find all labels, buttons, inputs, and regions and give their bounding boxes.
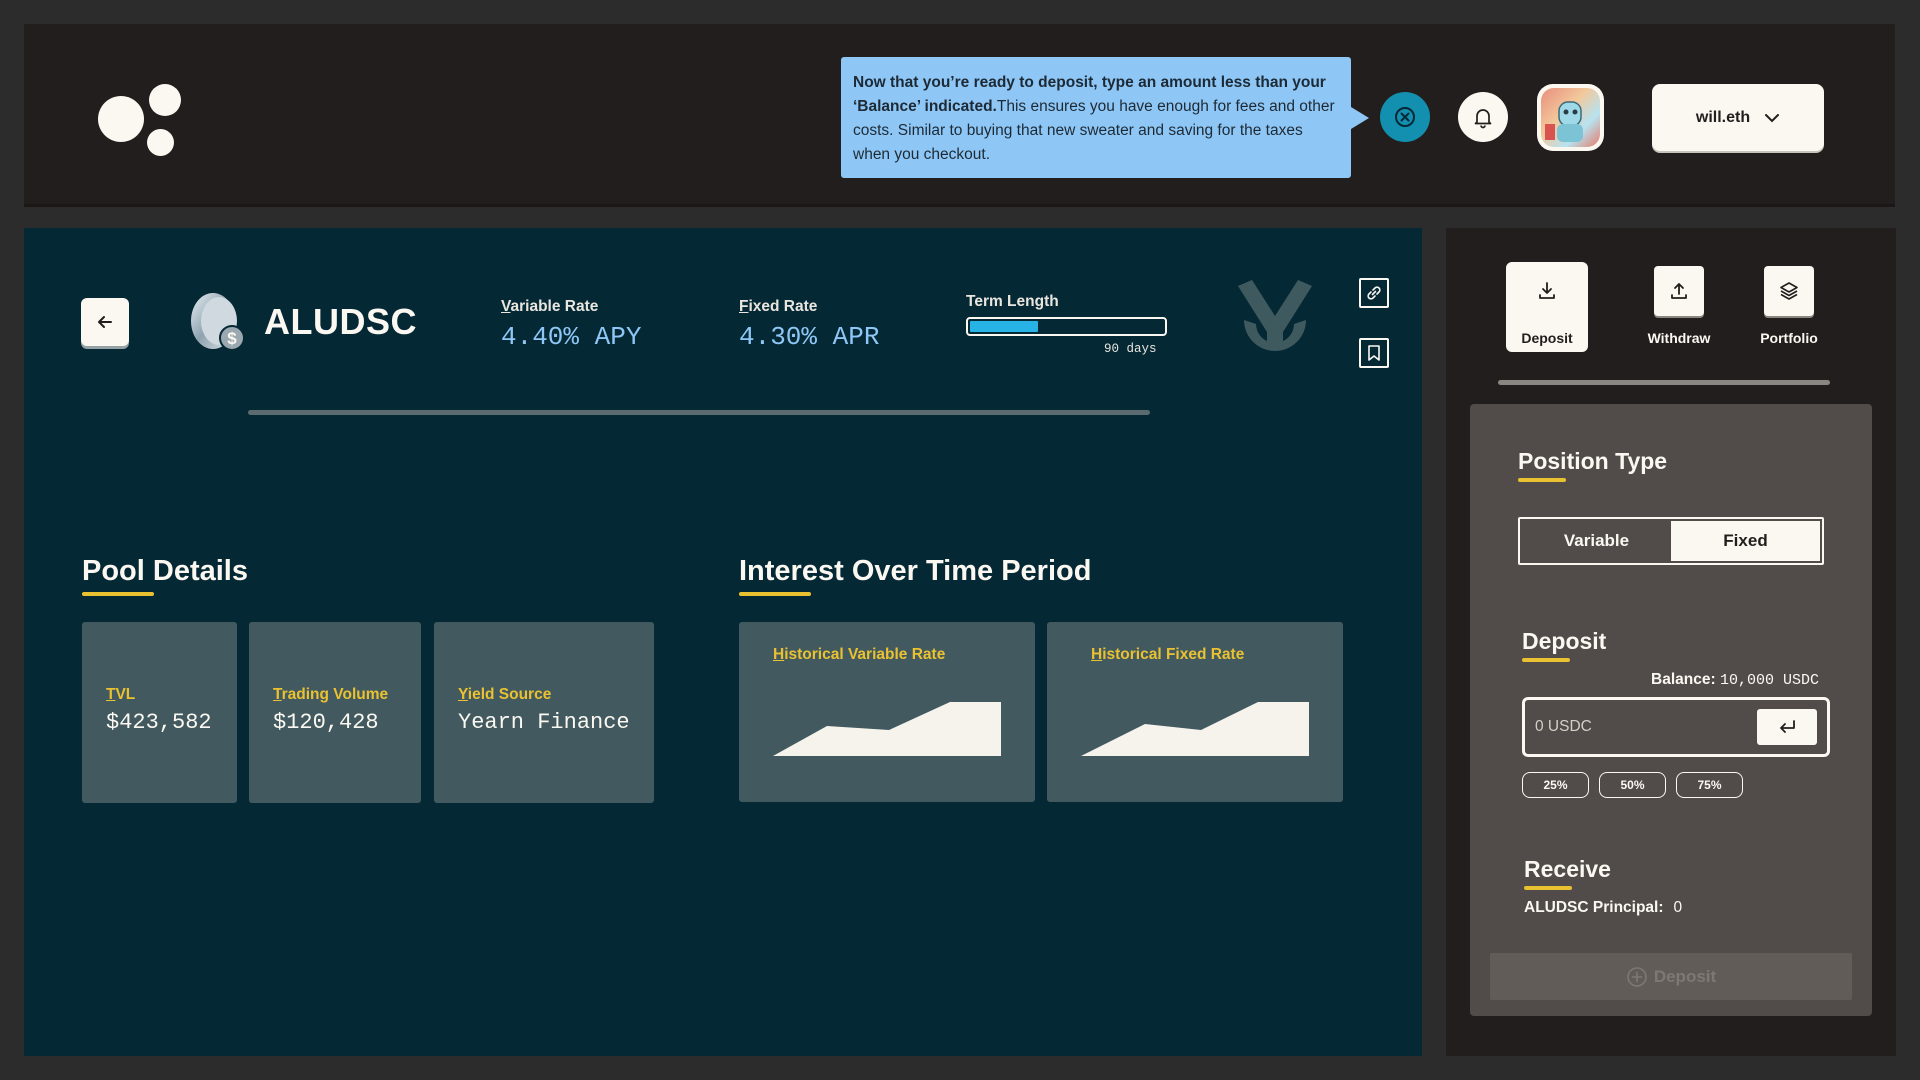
- balance-label: Balance:: [1651, 671, 1716, 688]
- deposit-section-title: Deposit: [1522, 628, 1607, 662]
- historical-variable-sparkline: [773, 702, 1001, 756]
- back-button[interactable]: [81, 298, 129, 346]
- tab-deposit-label: Deposit: [1521, 330, 1573, 346]
- tab-withdraw[interactable]: Withdraw: [1644, 262, 1714, 352]
- yearn-logo: [1234, 280, 1316, 374]
- yield-source-label: Yield Source: [458, 686, 552, 703]
- balance-readout: Balance: 10,000 USDC: [1651, 671, 1819, 689]
- plus-circle-icon: [1627, 966, 1647, 987]
- panel-divider: [248, 410, 1150, 415]
- tab-withdraw-label: Withdraw: [1647, 330, 1711, 346]
- historical-fixed-sparkline: [1081, 702, 1309, 756]
- upload-icon: [1671, 283, 1687, 299]
- bookmark-icon: [1368, 345, 1380, 361]
- fixed-rate-stat: Fixed Rate 4.30% APR: [739, 298, 879, 352]
- percent-75-button[interactable]: 75%: [1676, 772, 1743, 798]
- historical-variable-card[interactable]: Historical Variable Rate: [739, 622, 1035, 802]
- position-type-toggle[interactable]: Variable Fixed: [1518, 517, 1824, 565]
- term-progress-bar: [966, 317, 1167, 336]
- deposit-form: Position Type Variable Fixed Deposit Bal…: [1470, 404, 1872, 1016]
- action-sidebar: Deposit Withdraw Portfolio Position Type…: [1446, 228, 1896, 1056]
- close-icon: [1395, 107, 1415, 127]
- balance-value: 10,000 USDC: [1719, 672, 1819, 689]
- position-fixed-option[interactable]: Fixed: [1671, 521, 1820, 561]
- tvl-card: TVL $423,582: [82, 622, 237, 803]
- bookmark-button[interactable]: [1359, 338, 1389, 368]
- tab-deposit[interactable]: Deposit: [1506, 262, 1588, 352]
- svg-text:$: $: [227, 329, 237, 348]
- avatar[interactable]: [1537, 84, 1604, 151]
- term-length-label: Term Length: [966, 293, 1059, 310]
- tab-withdraw-icon-box: [1654, 266, 1704, 316]
- sidebar-scrollbar[interactable]: [1498, 380, 1830, 385]
- deposit-submit-label: Deposit: [1653, 966, 1717, 986]
- tvl-value: $423,582: [106, 710, 212, 735]
- receive-label: ALUDSC Principal:: [1524, 899, 1664, 916]
- variable-rate-stat: Variable Rate 4.40% APY: [501, 298, 641, 352]
- copy-link-button[interactable]: [1359, 278, 1389, 308]
- tvl-label: TVL: [106, 686, 136, 703]
- wallet-dropdown[interactable]: will.eth: [1652, 84, 1824, 151]
- token-icon: $: [186, 291, 248, 353]
- close-tooltip-button[interactable]: [1380, 92, 1430, 142]
- deposit-submit-button[interactable]: Deposit: [1490, 953, 1852, 1000]
- percent-25-button[interactable]: 25%: [1522, 772, 1589, 798]
- fixed-rate-label: Fixed Rate: [739, 298, 818, 315]
- historical-variable-label: Historical Variable Rate: [773, 646, 946, 663]
- pool-panel: $ ALUDSC Variable Rate 4.40% APY Fixed R…: [24, 228, 1422, 1056]
- tab-portfolio[interactable]: Portfolio: [1749, 262, 1829, 352]
- submit-amount-button[interactable]: [1757, 709, 1817, 745]
- link-icon: [1367, 286, 1381, 300]
- app-logo[interactable]: [98, 80, 198, 180]
- wallet-label: will.eth: [1695, 108, 1751, 126]
- enter-icon: [1780, 720, 1795, 733]
- term-progress-fill: [970, 321, 1038, 332]
- percent-50-button[interactable]: 50%: [1599, 772, 1666, 798]
- yield-source-card: Yield Source Yearn Finance: [434, 622, 654, 803]
- historical-fixed-card[interactable]: Historical Fixed Rate: [1047, 622, 1343, 802]
- notifications-button[interactable]: [1458, 92, 1508, 142]
- variable-rate-label: Variable Rate: [501, 298, 599, 315]
- arrow-left-icon: [98, 316, 112, 328]
- deposit-amount-input[interactable]: [1535, 715, 1755, 739]
- tab-portfolio-icon-box: [1764, 266, 1814, 316]
- trading-volume-value: $120,428: [273, 710, 379, 735]
- tab-deposit-icon-box: [1522, 266, 1572, 316]
- tab-portfolio-label: Portfolio: [1760, 330, 1818, 346]
- tooltip-arrow: [1351, 107, 1369, 129]
- avatar-image: [1541, 88, 1600, 147]
- pool-name: ALUDSC: [264, 301, 417, 342]
- deposit-amount-field: [1522, 697, 1830, 757]
- trading-volume-card: Trading Volume $120,428: [249, 622, 421, 803]
- layers-icon: [1780, 282, 1798, 300]
- term-days: 90 days: [1104, 342, 1157, 356]
- yield-source-value: Yearn Finance: [458, 710, 630, 735]
- fixed-rate-value: 4.30% APR: [739, 322, 880, 352]
- receive-title: Receive: [1524, 856, 1611, 890]
- receive-value: 0: [1673, 899, 1683, 916]
- chevron-down-icon: [1765, 113, 1780, 122]
- receive-row: ALUDSC Principal: 0: [1524, 899, 1682, 917]
- bell-icon: [1474, 109, 1492, 129]
- position-type-title: Position Type: [1518, 448, 1668, 482]
- historical-fixed-label: Historical Fixed Rate: [1091, 646, 1245, 663]
- position-variable-option[interactable]: Variable: [1522, 521, 1671, 561]
- trading-volume-label: Trading Volume: [273, 686, 389, 703]
- top-header: Now that you’re ready to deposit, type a…: [24, 24, 1895, 204]
- download-icon: [1539, 282, 1555, 299]
- variable-rate-value: 4.40% APY: [501, 322, 642, 352]
- onboarding-tooltip: Now that you’re ready to deposit, type a…: [841, 57, 1369, 178]
- interest-title: Interest Over Time Period: [739, 555, 1092, 596]
- pool-details-title: Pool Details: [82, 555, 248, 596]
